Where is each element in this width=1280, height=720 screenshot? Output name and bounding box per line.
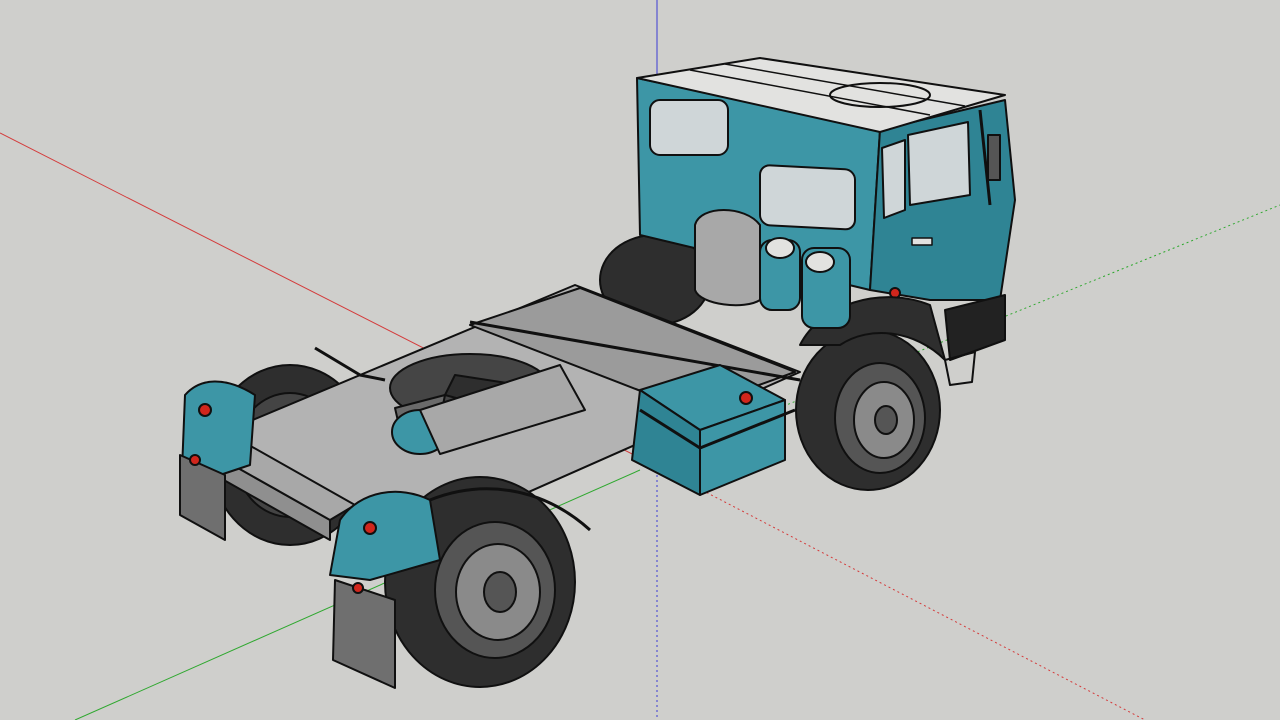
rear-window-left <box>649 99 729 156</box>
rear-right-lamp-bottom <box>352 582 364 594</box>
red-axis-dotted <box>639 457 1146 720</box>
air-tanks[interactable] <box>759 237 851 329</box>
rear-left-lamp-top <box>198 403 212 417</box>
rear-window-right <box>759 164 856 231</box>
side-mirror <box>987 134 1001 181</box>
side-window-front <box>907 121 971 206</box>
rear-left-lamp-bottom <box>189 454 201 466</box>
sketchup-3d-viewport[interactable] <box>0 0 1280 720</box>
spare-tire <box>694 209 761 307</box>
rear-right-lamp-top <box>363 521 377 535</box>
side-window-rear <box>881 139 906 219</box>
door-handle <box>911 237 933 246</box>
front-grille <box>944 294 1006 361</box>
front-right-wheel[interactable] <box>795 329 941 491</box>
truck-model[interactable] <box>179 57 1016 689</box>
model-canvas[interactable] <box>0 0 1280 720</box>
rear-right-mudflap <box>332 579 396 689</box>
fuel-cap <box>739 391 753 405</box>
